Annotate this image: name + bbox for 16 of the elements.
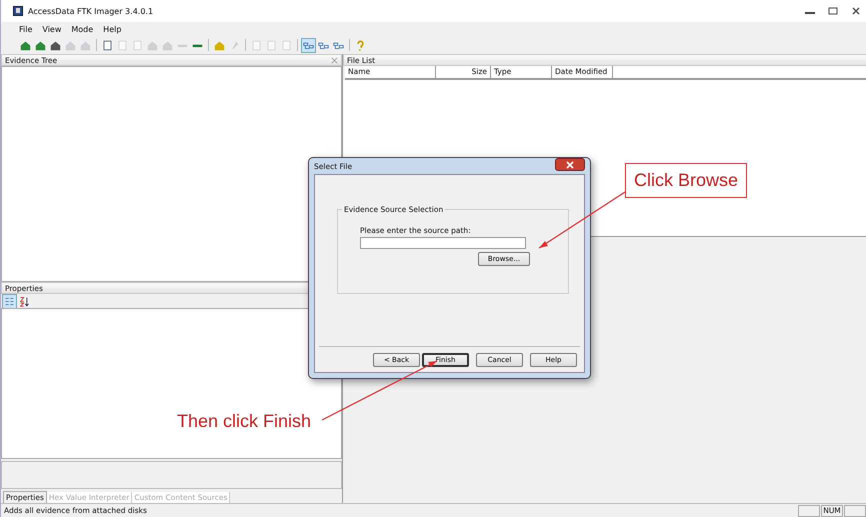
- menu-item[interactable]: Mode: [71, 24, 94, 34]
- close-icon: [565, 160, 575, 168]
- menu-item[interactable]: View: [42, 24, 62, 34]
- sort-az-icon[interactable]: [18, 294, 31, 308]
- menu-item[interactable]: File: [19, 24, 32, 34]
- window-title: AccessData FTK Imager 3.4.0.1: [28, 6, 154, 16]
- status-panel: [844, 504, 866, 516]
- maximize-icon[interactable]: [826, 6, 840, 16]
- status-panel: [798, 504, 820, 516]
- view-icon[interactable]: [302, 38, 315, 52]
- app-icon: [13, 6, 23, 16]
- callout-box: Click Browse: [625, 163, 748, 198]
- menu-item[interactable]: Help: [103, 24, 122, 34]
- source-path-field[interactable]: [360, 237, 526, 249]
- close-button[interactable]: [555, 158, 585, 171]
- categorized-icon[interactable]: [3, 294, 16, 308]
